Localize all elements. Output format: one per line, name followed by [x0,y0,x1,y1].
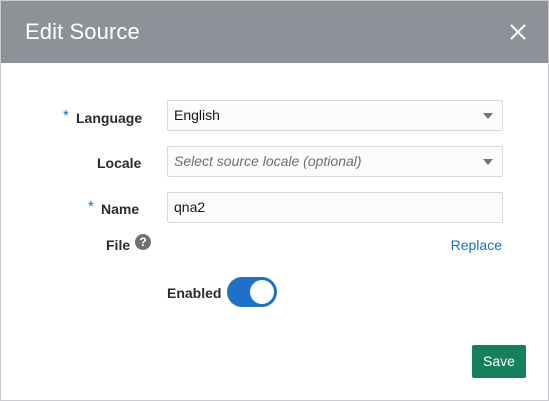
locale-label: Locale [97,155,142,171]
chevron-down-icon [483,159,493,165]
save-button[interactable]: Save [472,345,526,378]
locale-select[interactable]: Select source locale (optional) [167,146,503,177]
toggle-knob [250,280,274,304]
name-field[interactable]: qna2 [167,192,503,223]
name-field-value: qna2 [174,199,206,215]
language-select[interactable]: English [167,100,503,131]
chevron-down-icon [483,113,493,119]
locale-placeholder: Select source locale (optional) [174,153,362,169]
name-label: Name [101,201,140,217]
help-icon[interactable]: ? [135,234,151,250]
enabled-toggle[interactable] [227,277,277,307]
dialog-title: Edit Source [25,19,140,44]
close-icon[interactable] [508,22,528,42]
replace-link[interactable]: Replace [451,237,502,253]
dialog-header: Edit Source [1,1,548,63]
language-required-marker: * [63,107,69,124]
name-required-marker: * [88,198,94,215]
file-label: File [106,237,131,253]
enabled-label: Enabled [167,285,222,301]
language-label: Language [76,110,143,126]
language-selected-value: English [174,107,220,123]
edit-source-dialog: Edit Source * Language English Locale Se… [0,0,549,401]
